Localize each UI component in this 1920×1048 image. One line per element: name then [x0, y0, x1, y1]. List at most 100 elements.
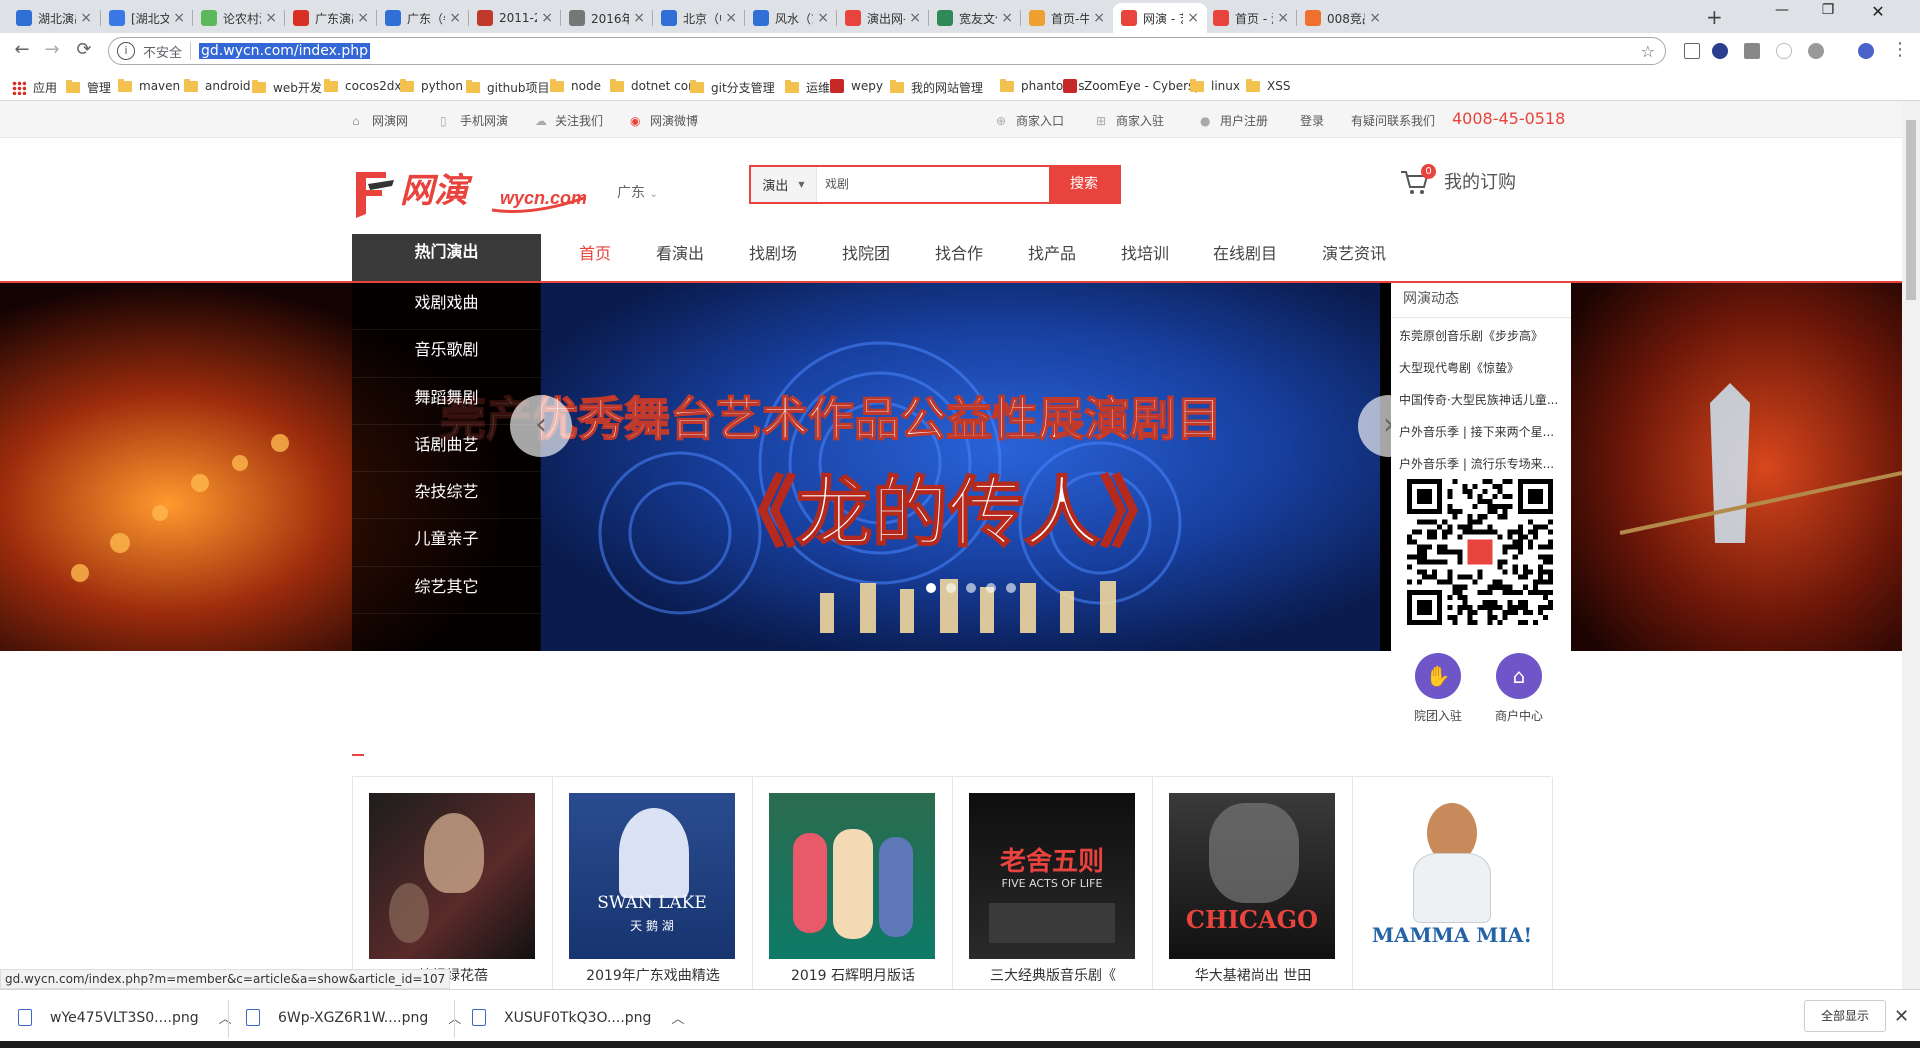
bookmark-2[interactable]: 管理 — [66, 79, 111, 96]
extension-v-icon[interactable] — [1744, 43, 1760, 59]
maximize-button[interactable]: ❐ — [1808, 2, 1848, 18]
show-card[interactable]: MAMMA MIA! — [1353, 777, 1553, 989]
close-window-button[interactable]: ✕ — [1858, 2, 1898, 21]
home-link[interactable]: ⌂ 网演网 — [352, 112, 408, 129]
show-card[interactable]: CHICAGO 华大基裙尚出 世田 — [1153, 777, 1353, 989]
extension-globe-icon[interactable] — [1712, 43, 1728, 59]
show-card[interactable]: 纳绿绿花蓓 — [353, 777, 553, 989]
nav-item-4[interactable]: 找院团 — [842, 240, 890, 264]
tab-close-icon[interactable]: × — [1001, 10, 1013, 26]
my-orders-link[interactable]: 0 我的订购 — [1400, 164, 1516, 196]
nav-item-6[interactable]: 找产品 — [1028, 240, 1076, 264]
banner-dot[interactable] — [946, 583, 956, 593]
extension-gray-icon[interactable] — [1808, 43, 1824, 59]
bookmark-4[interactable]: android — [184, 78, 251, 93]
category-item[interactable]: 综艺其它 — [352, 567, 541, 615]
tab-15[interactable]: 008竞品 × — [1297, 3, 1389, 33]
tab-9[interactable]: 风水（玄 × — [745, 3, 837, 33]
nav-item-2[interactable]: 看演出 — [656, 240, 704, 264]
bookmark-5[interactable]: web开发 — [252, 79, 322, 96]
banner-prev-button[interactable]: ‹ — [510, 395, 572, 457]
hot-shows-tab[interactable]: 热门演出 — [352, 234, 541, 284]
banner-dot[interactable] — [966, 583, 976, 593]
tab-close-icon[interactable]: × — [633, 10, 645, 26]
nav-item-5[interactable]: 找合作 — [935, 240, 983, 264]
info-icon[interactable]: i — [117, 42, 135, 60]
show-card[interactable]: 2019 石辉明月版话 — [753, 777, 953, 989]
url-text[interactable]: gd.wycn.com/index.php — [199, 43, 371, 59]
tab-3[interactable]: 论农村演 × — [193, 3, 285, 33]
weibo-link[interactable]: ◉ 网演微博 — [630, 112, 698, 129]
reload-icon[interactable]: ⟳ — [70, 39, 98, 60]
extension-music-icon[interactable] — [1858, 43, 1874, 59]
search-button[interactable]: 搜索 — [1049, 167, 1119, 202]
news-item[interactable]: 中国传奇·大型民族神话儿童... — [1391, 384, 1571, 416]
bookmark-8[interactable]: github项目 — [466, 79, 550, 96]
news-item[interactable]: 东莞原创音乐剧《步步高》 — [1391, 320, 1571, 352]
tab-8[interactable]: 北京（中 × — [653, 3, 745, 33]
scrollbar-thumb[interactable] — [1906, 120, 1916, 300]
menu-icon[interactable]: ⋮ — [1886, 39, 1914, 60]
extension-reader-icon[interactable] — [1684, 43, 1700, 59]
city-selector[interactable]: 广东 ⌄ — [617, 182, 658, 202]
tab-4[interactable]: 广东演出 × — [285, 3, 377, 33]
tab-close-icon[interactable]: × — [357, 10, 369, 26]
show-card[interactable]: SWAN LAKE 天 鹅 湖 2019年广东戏曲精选 — [553, 777, 753, 989]
tab-close-icon[interactable]: × — [80, 10, 92, 26]
search-input[interactable]: 戏剧 — [817, 167, 1049, 202]
bookmark-3[interactable]: maven — [118, 78, 180, 93]
merchant-entry-link[interactable]: ⊕ 商家入口 — [996, 112, 1064, 129]
bookmark-14[interactable]: 我的网站管理 — [890, 79, 983, 96]
tab-10[interactable]: 演出网- × — [837, 3, 929, 33]
tab-close-icon[interactable]: × — [1093, 10, 1105, 26]
tab-11[interactable]: 宽友文化 × — [929, 3, 1021, 33]
bookmark-10[interactable]: dotnet core — [610, 78, 700, 93]
news-item[interactable]: 大型现代粤剧《惊蛰》 — [1391, 352, 1571, 384]
tab-7[interactable]: 2016年 × — [561, 3, 653, 33]
mobile-link[interactable]: ▯ 手机网演 — [440, 112, 508, 129]
tab-6[interactable]: 2011-20 × — [469, 3, 561, 33]
hero-banner[interactable]: 莞产优秀舞台艺术作品公益性展演剧目 《龙的传人》 — [0, 283, 1902, 651]
follow-link[interactable]: ☁ 关注我们 — [535, 112, 603, 129]
contact-link[interactable]: 有疑问联系我们 — [1351, 112, 1435, 129]
close-icon[interactable]: ✕ — [1894, 1006, 1909, 1027]
show-all-downloads-button[interactable]: 全部显示 — [1804, 1000, 1886, 1032]
bookmark-16[interactable]: ZoomEye - Cybersp — [1063, 79, 1202, 93]
download-item[interactable]: 6Wp-XGZ6R1W....png︿ — [246, 1008, 461, 1027]
category-item[interactable]: 戏剧戏曲 — [352, 283, 541, 331]
banner-dot[interactable] — [986, 583, 996, 593]
bookmark-18[interactable]: XSS — [1246, 78, 1290, 93]
tab-2[interactable]: [湖北文化× — [101, 3, 193, 33]
category-item[interactable]: 杂技综艺 — [352, 472, 541, 520]
login-link[interactable]: 登录 — [1300, 112, 1324, 129]
forward-icon[interactable]: → — [38, 39, 66, 60]
register-link[interactable]: ● 用户注册 — [1200, 112, 1268, 129]
tab-close-icon[interactable]: × — [1369, 10, 1381, 26]
back-icon[interactable]: ← — [8, 39, 36, 60]
bookmark-13[interactable]: wepy — [830, 79, 883, 93]
nav-item-8[interactable]: 在线剧目 — [1213, 240, 1277, 264]
tab-close-icon[interactable]: × — [173, 10, 185, 26]
nav-item-9[interactable]: 演艺资讯 — [1322, 240, 1386, 264]
bookmark-9[interactable]: node — [550, 78, 601, 93]
bookmark-star-icon[interactable]: ☆ — [1641, 42, 1655, 61]
nav-item-1[interactable]: 首页 — [579, 240, 611, 264]
bookmark-17[interactable]: linux — [1190, 78, 1240, 93]
new-tab-button[interactable]: + — [1706, 5, 1723, 29]
show-card[interactable]: 老舍五则 FIVE ACTS OF LIFE 三大经典版音乐剧《 — [953, 777, 1153, 989]
tab-5[interactable]: 广东（牛 × — [377, 3, 469, 33]
download-item[interactable]: XUSUF0TkQ3O....png ︿ — [472, 1008, 684, 1027]
merchant-center-button[interactable]: ⌂ 商户中心 — [1489, 653, 1549, 724]
bookmark-11[interactable]: git分支管理 — [690, 79, 775, 96]
search-category-select[interactable]: 演出 ▼ — [751, 167, 817, 202]
tab-close-icon[interactable]: × — [265, 10, 277, 26]
nav-item-3[interactable]: 找剧场 — [749, 240, 797, 264]
category-item[interactable]: 儿童亲子 — [352, 519, 541, 567]
news-item[interactable]: 户外音乐季 | 流行乐专场来... — [1391, 448, 1571, 480]
news-item[interactable]: 户外音乐季 | 接下来两个星... — [1391, 416, 1571, 448]
bookmark-12[interactable]: 运维 — [785, 79, 830, 96]
tab-1[interactable]: 湖北演出 × — [8, 3, 100, 33]
tab-close-icon[interactable]: × — [1187, 10, 1199, 26]
download-item[interactable]: wYe475VLT3S0....png ︿ — [18, 1008, 232, 1027]
category-item[interactable]: 音乐歌剧 — [352, 330, 541, 378]
